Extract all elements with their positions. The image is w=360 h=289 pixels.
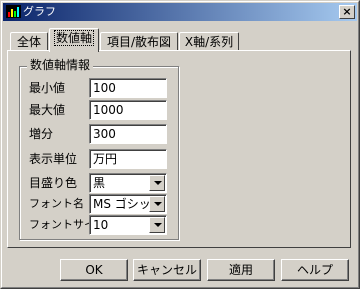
close-button[interactable]: ×	[339, 5, 355, 19]
chevron-down-icon	[154, 223, 162, 227]
font-size-select[interactable]: 10	[89, 215, 167, 235]
dialog-window: グラフ × 全体 数値軸 項目/散布図 X軸/系列 数値軸情報 最小値 100 …	[0, 0, 360, 289]
font-size-dropdown-button[interactable]	[149, 217, 165, 233]
max-value-label: 最大値	[29, 103, 66, 117]
window-title: グラフ	[23, 5, 56, 18]
chart-icon	[6, 5, 21, 18]
font-name-select[interactable]: MS ゴシック	[89, 194, 167, 214]
min-value-input[interactable]: 100	[89, 78, 167, 98]
title-bar[interactable]: グラフ ×	[3, 3, 357, 21]
font-name-dropdown-button[interactable]	[149, 196, 165, 212]
display-unit-label: 表示単位	[29, 152, 78, 166]
tab-value-axis[interactable]: 数値軸	[49, 28, 99, 52]
min-value-label: 最小値	[29, 81, 66, 95]
apply-button[interactable]: 適用	[207, 259, 275, 281]
ok-button[interactable]: OK	[60, 259, 128, 281]
cancel-button[interactable]: キャンセル	[133, 259, 201, 281]
chevron-down-icon	[154, 202, 162, 206]
groupbox-title: 数値軸情報	[27, 57, 94, 73]
tick-color-value: 黒	[93, 176, 106, 190]
chevron-down-icon	[154, 181, 162, 185]
close-icon: ×	[342, 5, 352, 18]
tab-label: 全体	[16, 35, 41, 49]
tab-x-axis-series[interactable]: X軸/系列	[179, 32, 239, 52]
display-unit-input[interactable]: 万円	[89, 149, 167, 169]
tab-label: 数値軸	[53, 30, 94, 46]
step-label: 増分	[29, 127, 54, 141]
tick-color-dropdown-button[interactable]	[149, 175, 165, 191]
tick-color-label: 目盛り色	[29, 176, 78, 190]
tab-category-scatter[interactable]: 項目/散布図	[100, 32, 178, 52]
tab-label: 項目/散布図	[106, 35, 172, 49]
tab-label: X軸/系列	[184, 35, 234, 49]
step-input[interactable]: 300	[89, 124, 167, 144]
tick-color-select[interactable]: 黒	[89, 173, 167, 193]
font-size-value: 10	[93, 218, 109, 232]
max-value-input[interactable]: 1000	[89, 100, 167, 120]
font-name-label: フォント名	[29, 197, 84, 210]
help-button[interactable]: ヘルプ	[281, 259, 349, 281]
tab-general[interactable]: 全体	[10, 32, 48, 52]
